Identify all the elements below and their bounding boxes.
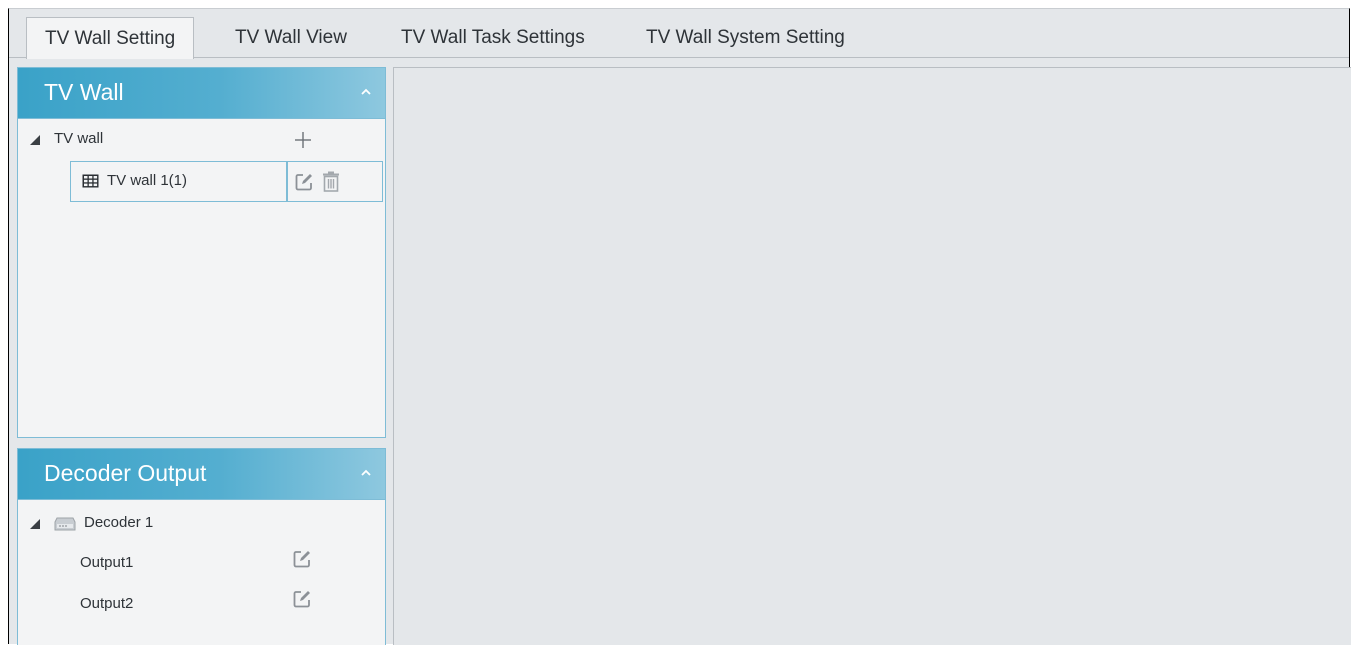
decoder-output-panel-title: Decoder Output [44, 460, 207, 486]
chevron-up-icon[interactable] [359, 85, 373, 99]
tv-wall-item-label: TV wall 1(1) [107, 172, 188, 189]
tv-wall-item-actions [287, 161, 383, 202]
output-item-label[interactable]: Output1 [80, 554, 133, 571]
tab-bar: TV Wall Setting TV Wall View TV Wall Tas… [9, 9, 1349, 59]
tv-wall-root-label[interactable]: TV wall [54, 130, 103, 147]
decoder-output-panel: Decoder Output Decoder 1 Output1 Output2 [17, 448, 386, 645]
tv-wall-item[interactable]: TV wall 1(1) [70, 161, 287, 202]
decoder-label[interactable]: Decoder 1 [84, 514, 153, 531]
tab-tv-wall-setting[interactable]: TV Wall Setting [26, 17, 195, 59]
tv-wall-panel: TV Wall TV wall TV wall 1(1) [17, 67, 386, 438]
tab-tv-wall-task-settings[interactable]: TV Wall Task Settings [401, 17, 585, 58]
expanded-triangle-icon[interactable] [29, 134, 41, 146]
tv-wall-workspace[interactable] [393, 67, 1351, 645]
tv-wall-panel-title: TV Wall [44, 79, 124, 105]
decoder-output-panel-header[interactable]: Decoder Output [18, 449, 385, 500]
expanded-triangle-icon[interactable] [29, 518, 41, 530]
tv-wall-app: TV Wall Setting TV Wall View TV Wall Tas… [8, 8, 1351, 645]
tv-wall-panel-header[interactable]: TV Wall [18, 68, 385, 119]
decoder-device-icon [54, 517, 76, 531]
trash-icon[interactable] [322, 171, 340, 192]
tv-wall-grid-icon [82, 174, 99, 188]
chevron-up-icon[interactable] [359, 466, 373, 480]
tab-tv-wall-system-setting[interactable]: TV Wall System Setting [646, 17, 845, 58]
edit-icon[interactable] [292, 589, 312, 609]
edit-icon[interactable] [292, 549, 312, 569]
edit-icon[interactable] [294, 172, 314, 192]
tab-tv-wall-view[interactable]: TV Wall View [235, 17, 347, 58]
add-icon[interactable] [294, 131, 312, 149]
output-item-label[interactable]: Output2 [80, 595, 133, 612]
